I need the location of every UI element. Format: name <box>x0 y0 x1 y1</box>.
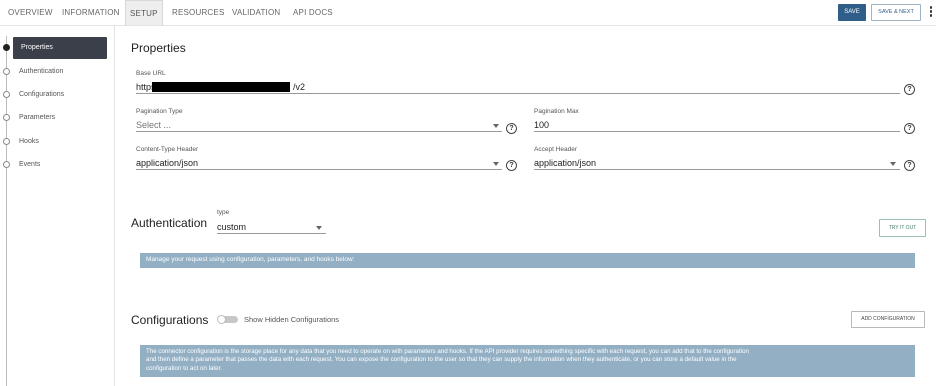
question-circle-icon[interactable]: ? <box>904 160 915 171</box>
pagination-type-label: Pagination Type <box>136 108 183 115</box>
chevron-down-icon[interactable] <box>493 124 499 128</box>
sidebar-item-events[interactable]: Events <box>0 154 110 176</box>
configurations-info-banner: The connector configuration is the stora… <box>140 345 915 377</box>
sidebar-item-configurations[interactable]: Configurations <box>0 84 110 106</box>
sidebar-item-label: Properties <box>21 44 53 51</box>
sidebar-item-label: Configurations <box>19 91 65 98</box>
pagination-max-label: Pagination Max <box>534 108 579 115</box>
accept-header-label: Accept Header <box>534 146 577 153</box>
step-dot-icon <box>3 44 10 51</box>
info-line: The connector configuration is the stora… <box>146 348 749 355</box>
top-nav: OVERVIEW INFORMATION SETUP RESOURCES VAL… <box>0 0 936 26</box>
configurations-heading: Configurations <box>131 313 209 327</box>
kebab-menu-icon[interactable] <box>929 6 933 20</box>
tab-overview[interactable]: OVERVIEW <box>4 0 57 25</box>
step-dot-icon <box>3 138 10 145</box>
chevron-down-icon[interactable] <box>890 162 896 166</box>
auth-type-select[interactable]: custom <box>217 221 326 234</box>
content-type-label: Content-Type Header <box>136 146 199 153</box>
sidebar: Properties Authentication Configurations… <box>0 26 115 386</box>
sidebar-item-authentication[interactable]: Authentication <box>0 61 110 83</box>
tab-information[interactable]: INFORMATION <box>58 0 124 25</box>
info-line: and then define a parameter that passes … <box>146 356 737 364</box>
redacted-block <box>152 82 290 92</box>
tab-api-docs[interactable]: API DOCS <box>289 0 337 25</box>
auth-info-banner: Manage your request using configuration,… <box>140 253 915 268</box>
show-hidden-toggle[interactable] <box>217 315 240 324</box>
pagination-max-input[interactable]: 100 <box>534 119 900 132</box>
step-dot-icon <box>3 161 10 168</box>
sidebar-item-label: Hooks <box>19 138 39 145</box>
sidebar-item-hooks[interactable]: Hooks <box>0 131 110 153</box>
base-url-label: Base URL <box>136 70 166 77</box>
step-dot-icon <box>3 68 10 75</box>
tab-resources[interactable]: RESOURCES <box>168 0 228 25</box>
sidebar-item-parameters[interactable]: Parameters <box>0 107 110 129</box>
tab-validation[interactable]: VALIDATION <box>228 0 284 25</box>
chevron-down-icon[interactable] <box>316 226 322 230</box>
sidebar-item-label: Parameters <box>19 114 56 121</box>
try-it-out-button[interactable]: TRY IT OUT <box>879 219 926 237</box>
accept-header-select[interactable]: application/json <box>534 157 900 170</box>
tab-setup[interactable]: SETUP <box>125 0 163 25</box>
save-button[interactable]: SAVE <box>838 4 866 21</box>
pagination-type-select[interactable]: Select ... <box>136 119 502 132</box>
sidebar-item-properties[interactable]: Properties <box>0 37 110 59</box>
content-type-select[interactable]: application/json <box>136 157 502 170</box>
chevron-down-icon[interactable] <box>493 162 499 166</box>
add-configuration-button[interactable]: ADD CONFIGURATION <box>851 311 925 328</box>
save-and-next-button[interactable]: SAVE & NEXT <box>871 4 921 21</box>
question-circle-icon[interactable]: ? <box>506 160 517 171</box>
step-dot-icon <box>3 114 10 121</box>
question-circle-icon[interactable]: ? <box>506 123 517 134</box>
info-line: configuration to act on later. <box>146 364 223 372</box>
authentication-heading: Authentication <box>131 216 208 230</box>
auth-type-label: type <box>217 209 230 216</box>
properties-heading: Properties <box>131 41 186 55</box>
question-circle-icon[interactable]: ? <box>904 84 915 95</box>
base-url-suffix: /v2 <box>293 82 306 92</box>
question-circle-icon[interactable]: ? <box>904 123 915 134</box>
sidebar-item-label: Events <box>19 161 41 168</box>
show-hidden-label: Show Hidden Configurations <box>244 315 340 324</box>
step-dot-icon <box>3 91 10 98</box>
sidebar-item-label: Authentication <box>19 68 64 75</box>
